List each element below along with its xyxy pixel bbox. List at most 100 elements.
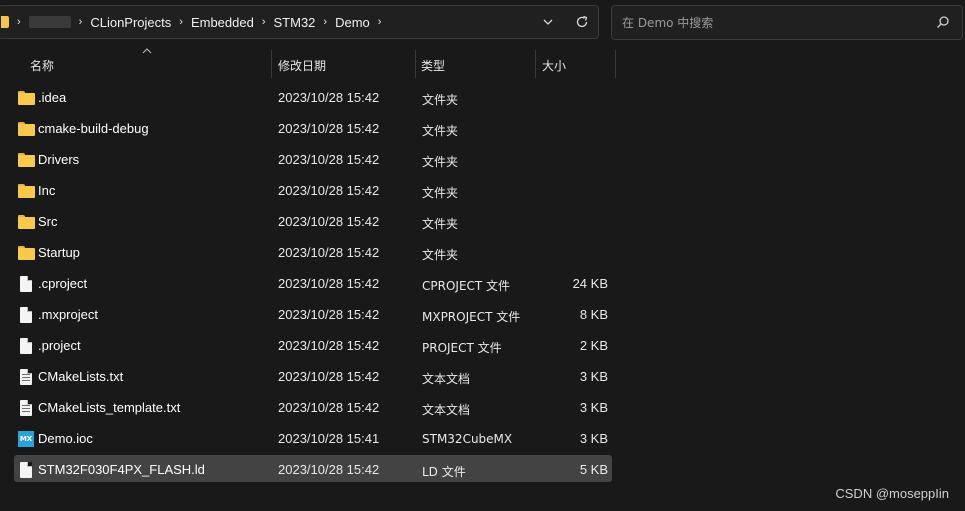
column-divider[interactable]	[271, 50, 272, 78]
column-header-size[interactable]: 大小	[542, 52, 566, 78]
file-row[interactable]: .cproject 2023/10/28 15:42 CPROJECT 文件 24 K…	[0, 269, 965, 300]
modified-date: 2023/10/28 15:42	[278, 307, 380, 322]
file-type: 文本文档	[422, 372, 471, 386]
file-size: 3 KB	[579, 369, 608, 384]
column-header-name[interactable]: 名称	[30, 52, 54, 78]
file-type: MXPROJECT 文件	[422, 310, 521, 324]
file-size: 24 KB	[572, 276, 608, 291]
stm32cubemx-icon: MX	[18, 431, 34, 447]
breadcrumb-separator[interactable]: ›	[254, 16, 274, 28]
sort-ascending-icon	[142, 46, 152, 57]
breadcrumb-item-clionprojects[interactable]: CLionProjects	[90, 15, 171, 30]
file-type: STM32CubeMX	[422, 432, 513, 446]
file-type: CPROJECT 文件	[422, 279, 511, 293]
file-size: 3 KB	[579, 431, 608, 446]
file-icon	[20, 338, 32, 354]
file-name: Startup	[38, 245, 80, 260]
file-name: .project	[38, 338, 81, 353]
modified-date: 2023/10/28 15:42	[278, 214, 380, 229]
redacted-breadcrumb	[28, 16, 71, 28]
file-icon	[20, 462, 32, 478]
file-name: STM32F030F4PX_FLASH.ld	[38, 462, 205, 477]
breadcrumb-separator[interactable]: ›	[370, 16, 390, 28]
file-row[interactable]: Drivers 2023/10/28 15:42 文件夹	[0, 145, 965, 176]
file-type: 文件夹	[422, 93, 459, 107]
modified-date: 2023/10/28 15:42	[278, 338, 380, 353]
file-row[interactable]: Startup 2023/10/28 15:42 文件夹	[0, 238, 965, 269]
breadcrumb-separator[interactable]: ›	[71, 16, 91, 28]
file-name: Demo.ioc	[38, 431, 93, 446]
breadcrumb-item-stm32[interactable]: STM32	[274, 15, 316, 30]
folder-icon	[18, 91, 35, 105]
modified-date: 2023/10/28 15:42	[278, 183, 380, 198]
file-name: CMakeLists.txt	[38, 369, 124, 384]
file-row[interactable]: CMakeLists.txt 2023/10/28 15:42 文本文档 3 KB	[0, 362, 965, 393]
file-list: .idea 2023/10/28 15:42 文件夹 cmake-build-debu…	[0, 83, 965, 486]
folder-icon	[18, 246, 35, 260]
modified-date: 2023/10/28 15:42	[278, 462, 380, 477]
file-type: 文件夹	[422, 124, 459, 138]
file-name: CMakeLists_template.txt	[38, 400, 181, 415]
file-row[interactable]: MX Demo.ioc 2023/10/28 15:41 STM32CubeMX 3 K…	[0, 424, 965, 455]
file-name: Inc	[38, 183, 56, 198]
file-name: Drivers	[38, 152, 80, 167]
file-row[interactable]: CMakeLists_template.txt 2023/10/28 15:42 文…	[0, 393, 965, 424]
modified-date: 2023/10/28 15:42	[278, 121, 380, 136]
modified-date: 2023/10/28 15:42	[278, 245, 380, 260]
file-icon	[20, 307, 32, 323]
file-row[interactable]: STM32F030F4PX_FLASH.ld 2023/10/28 15:42 LD…	[0, 455, 965, 486]
file-size: 5 KB	[579, 462, 608, 477]
file-row[interactable]: .idea 2023/10/28 15:42 文件夹	[0, 83, 965, 114]
modified-date: 2023/10/28 15:42	[278, 369, 380, 384]
folder-icon	[1, 16, 9, 28]
file-name: Src	[38, 214, 58, 229]
breadcrumb-item-embedded[interactable]: Embedded	[191, 15, 254, 30]
search-icon[interactable]	[936, 15, 950, 29]
file-type: LD 文件	[422, 465, 466, 479]
folder-icon	[18, 122, 35, 136]
file-row[interactable]: cmake-build-debug 2023/10/28 15:42 文件夹	[0, 114, 965, 145]
address-bar[interactable]: › › CLionProjects › Embedded › STM32 › D…	[0, 5, 599, 39]
search-box[interactable]	[611, 5, 963, 40]
modified-date: 2023/10/28 15:42	[278, 152, 380, 167]
file-type: 文本文档	[422, 403, 471, 417]
chevron-down-icon[interactable]	[540, 15, 556, 31]
file-size: 3 KB	[579, 400, 608, 415]
column-header-date[interactable]: 修改日期	[278, 52, 326, 78]
watermark: CSDN @moseppIin	[835, 486, 949, 501]
file-name: .mxproject	[38, 307, 98, 322]
breadcrumb-item-demo[interactable]: Demo	[335, 15, 370, 30]
text-file-icon	[20, 400, 32, 416]
modified-date: 2023/10/28 15:42	[278, 276, 380, 291]
file-name: .cproject	[38, 276, 88, 291]
file-type: PROJECT 文件	[422, 341, 502, 355]
breadcrumb-separator[interactable]: ›	[171, 16, 191, 28]
file-type: 文件夹	[422, 217, 459, 231]
refresh-icon[interactable]	[574, 15, 590, 32]
folder-icon	[18, 184, 35, 198]
folder-icon	[18, 153, 35, 167]
text-file-icon	[20, 369, 32, 385]
column-divider[interactable]	[535, 50, 536, 78]
search-input[interactable]	[612, 15, 912, 30]
file-row[interactable]: Src 2023/10/28 15:42 文件夹	[0, 207, 965, 238]
file-type: 文件夹	[422, 155, 459, 169]
breadcrumb-separator[interactable]: ›	[315, 16, 335, 28]
breadcrumb-separator[interactable]: ›	[9, 16, 29, 28]
modified-date: 2023/10/28 15:42	[278, 400, 380, 415]
column-header-type[interactable]: 类型	[421, 52, 445, 78]
column-divider[interactable]	[615, 50, 616, 78]
file-name: .idea	[38, 90, 67, 105]
folder-icon	[18, 215, 35, 229]
modified-date: 2023/10/28 15:41	[278, 431, 380, 446]
file-size: 8 KB	[579, 307, 608, 322]
file-row[interactable]: .project 2023/10/28 15:42 PROJECT 文件 2 KB	[0, 331, 965, 362]
file-row[interactable]: Inc 2023/10/28 15:42 文件夹	[0, 176, 965, 207]
file-size: 2 KB	[579, 338, 608, 353]
modified-date: 2023/10/28 15:42	[278, 90, 380, 105]
column-divider[interactable]	[415, 50, 416, 78]
file-name: cmake-build-debug	[38, 121, 149, 136]
file-icon	[20, 276, 32, 292]
file-row[interactable]: .mxproject 2023/10/28 15:42 MXPROJECT 文件 8 …	[0, 300, 965, 331]
file-type: 文件夹	[422, 186, 459, 200]
